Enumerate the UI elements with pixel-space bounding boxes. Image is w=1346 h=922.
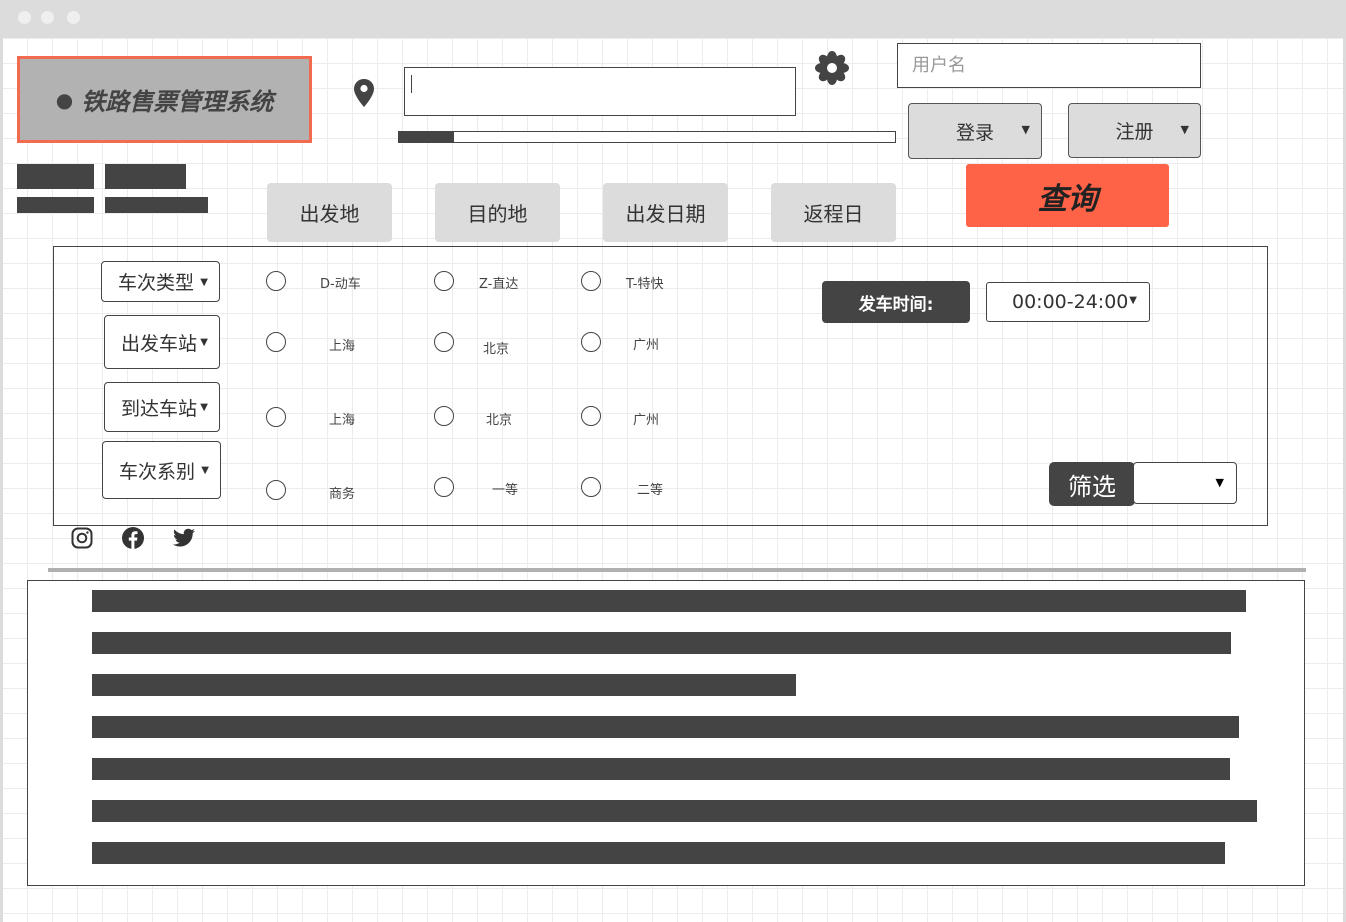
radio-train-type-d[interactable] xyxy=(266,271,286,291)
radio-arrival-shanghai[interactable] xyxy=(266,407,286,427)
login-dropdown-arrow-icon: ▼ xyxy=(1021,123,1030,136)
text-placeholder-line xyxy=(92,758,1230,780)
text-placeholder-line xyxy=(92,674,796,696)
radio-label: 广州 xyxy=(633,413,660,428)
tab-label: 出发日期 xyxy=(625,202,706,226)
select-label: 到达车站 xyxy=(121,397,198,420)
placeholder-block xyxy=(105,164,186,189)
chevron-down-icon: ▼ xyxy=(200,402,208,414)
logo-bullet-icon: ● xyxy=(55,87,74,112)
search-box[interactable] xyxy=(404,67,796,116)
window-maximize-dot[interactable] xyxy=(67,11,80,24)
query-label: 查询 xyxy=(1037,181,1098,217)
section-divider xyxy=(48,568,1306,572)
radio-class-business[interactable] xyxy=(266,480,286,500)
radio-departure-shanghai[interactable] xyxy=(266,332,286,352)
departure-time-select[interactable]: 00:00-24:00 ▼ xyxy=(986,282,1150,322)
text-placeholder-line xyxy=(92,800,1257,822)
login-button[interactable]: 登录 ▼ xyxy=(908,103,1042,159)
radio-train-type-z[interactable] xyxy=(434,271,454,291)
page: ● 铁路售票管理系统 登录 ▼ 注册 xyxy=(0,0,1346,922)
text-placeholder-line xyxy=(92,716,1239,738)
tab-departure-date[interactable]: 出发日期 xyxy=(603,183,728,242)
app-logo[interactable]: ● 铁路售票管理系统 xyxy=(17,56,312,143)
register-dropdown-arrow-icon: ▼ xyxy=(1180,123,1189,136)
chevron-down-icon: ▼ xyxy=(1129,295,1137,306)
window-minimize-dot[interactable] xyxy=(41,11,54,24)
radio-class-first[interactable] xyxy=(434,477,454,497)
login-label: 登录 xyxy=(955,121,994,144)
radio-departure-beijing[interactable] xyxy=(434,332,454,352)
arrival-station-select[interactable]: 到达车站 ▼ xyxy=(104,382,220,432)
departure-station-select[interactable]: 出发车站 ▼ xyxy=(104,315,220,369)
facebook-icon[interactable] xyxy=(121,526,145,550)
username-field[interactable] xyxy=(897,43,1201,88)
radio-arrival-guangzhou[interactable] xyxy=(581,406,601,426)
app-title: 铁路售票管理系统 xyxy=(81,88,274,116)
tab-label: 目的地 xyxy=(467,202,528,226)
window-close-dot[interactable] xyxy=(18,11,31,24)
twitter-icon[interactable] xyxy=(172,526,196,550)
search-input[interactable] xyxy=(405,68,795,115)
filter-label-text: 筛选 xyxy=(1068,472,1116,501)
radio-label: 一等 xyxy=(492,483,519,498)
select-label: 出发车站 xyxy=(121,332,198,355)
tab-label: 返程日 xyxy=(803,202,864,226)
query-button[interactable]: 查询 xyxy=(966,164,1169,227)
radio-label: Z-直达 xyxy=(479,277,519,292)
radio-label: T-特快 xyxy=(626,277,664,292)
select-label: 车次类型 xyxy=(118,272,195,294)
departure-time-value: 00:00-24:00 xyxy=(1012,291,1129,313)
seat-class-select[interactable]: 车次系别 ▼ xyxy=(102,441,221,499)
text-placeholder-line xyxy=(92,632,1231,654)
departure-time-label: 发车时间: xyxy=(822,281,970,323)
filter-label[interactable]: 筛选 xyxy=(1049,462,1135,506)
train-type-select[interactable]: 车次类型 ▼ xyxy=(101,261,220,302)
radio-label: 广州 xyxy=(633,338,660,353)
text-placeholder-line xyxy=(92,842,1225,864)
placeholder-block xyxy=(17,164,94,189)
radio-label: D-动车 xyxy=(320,277,361,292)
tab-destination[interactable]: 目的地 xyxy=(435,183,560,242)
radio-train-type-t[interactable] xyxy=(581,271,601,291)
window-frame-left xyxy=(0,38,3,922)
radio-departure-guangzhou[interactable] xyxy=(581,332,601,352)
tab-departure[interactable]: 出发地 xyxy=(267,183,392,242)
chevron-down-icon: ▼ xyxy=(1215,476,1224,489)
chevron-down-icon: ▼ xyxy=(201,465,209,477)
username-input[interactable] xyxy=(898,44,1200,87)
radio-label: 上海 xyxy=(329,413,356,428)
placeholder-block xyxy=(105,197,208,213)
radio-class-second[interactable] xyxy=(581,477,601,497)
window-title-bar xyxy=(0,0,1346,38)
radio-label: 上海 xyxy=(329,339,356,354)
radio-label: 商务 xyxy=(329,487,356,502)
flower-icon[interactable] xyxy=(814,50,850,86)
instagram-icon[interactable] xyxy=(70,526,94,550)
radio-arrival-beijing[interactable] xyxy=(434,406,454,426)
filter-select[interactable]: ▼ xyxy=(1133,462,1237,504)
chevron-down-icon: ▼ xyxy=(200,337,208,349)
radio-label: 北京 xyxy=(486,413,513,428)
placeholder-block xyxy=(17,197,94,213)
chevron-down-icon: ▼ xyxy=(200,276,208,288)
register-label: 注册 xyxy=(1115,121,1154,143)
location-pin-icon xyxy=(354,79,374,107)
radio-label: 二等 xyxy=(637,483,664,498)
register-button[interactable]: 注册 ▼ xyxy=(1068,103,1201,158)
tab-return-date[interactable]: 返程日 xyxy=(771,183,896,242)
progress-bar xyxy=(398,131,896,143)
departure-time-label-text: 发车时间: xyxy=(858,294,934,315)
text-placeholder-line xyxy=(92,590,1246,612)
progress-fill xyxy=(399,132,454,142)
select-label: 车次系别 xyxy=(119,460,196,483)
tab-label: 出发地 xyxy=(299,202,360,226)
radio-label: 北京 xyxy=(483,342,510,357)
